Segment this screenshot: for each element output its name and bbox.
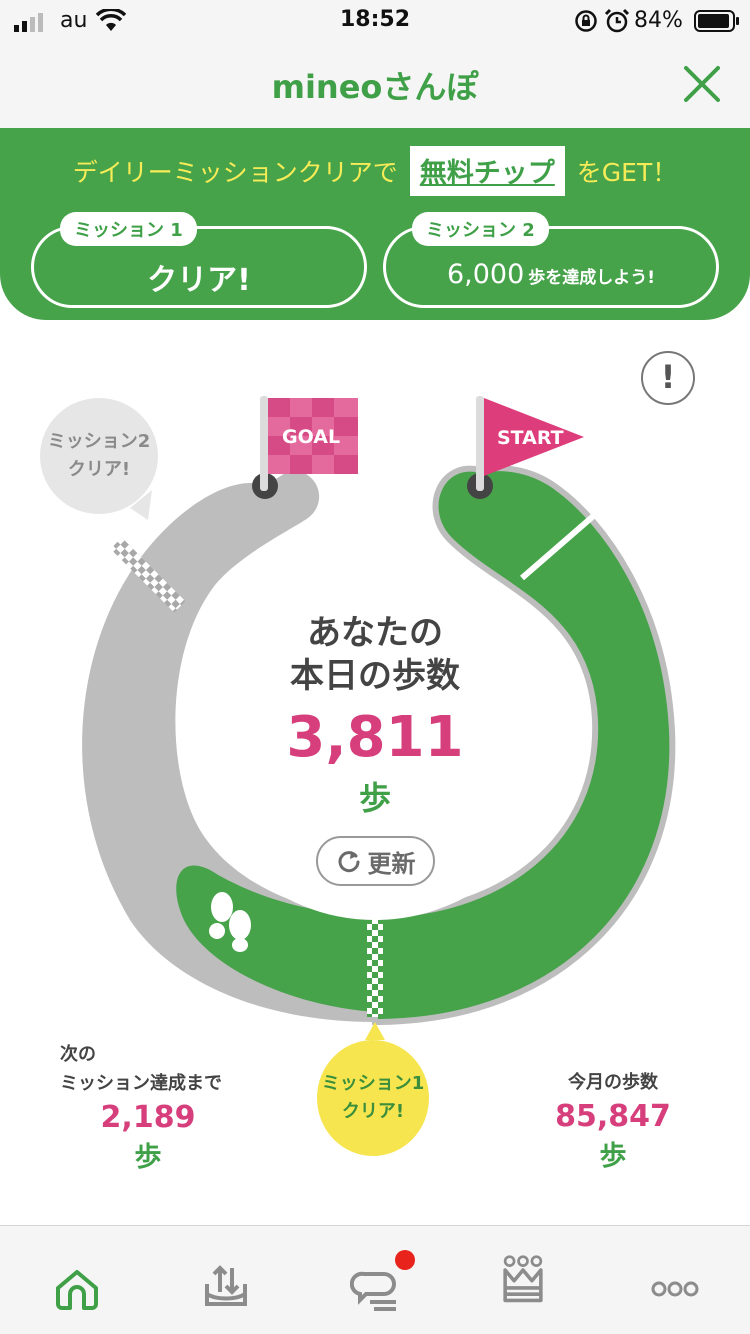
page-title: mineoさんぽ <box>271 68 479 106</box>
monthly-steps-value: 85,847 <box>555 1099 671 1134</box>
next-mission-value: 2,189 <box>100 1100 196 1135</box>
monthly-steps-label: 今月の歩数 <box>568 1072 658 1093</box>
today-steps-label: あなたの 本日の歩数 <box>0 612 750 698</box>
next-mission-unit: 歩 <box>134 1142 162 1173</box>
headline-text: デイリーミッションクリアで <box>72 158 398 187</box>
mission-2-goal-number: 6,000 <box>446 259 525 290</box>
bubble-line: クリア! <box>341 1101 405 1122</box>
mission-1-line <box>367 915 383 1017</box>
bubble-line: クリア! <box>67 459 131 480</box>
tab-bar <box>0 1225 750 1334</box>
bubble-line: ミッション1 <box>321 1073 425 1094</box>
next-mission-stat: 次の ミッション達成まで 2,189 歩 <box>60 1040 240 1178</box>
status-bar: au 18:52 84% <box>0 0 750 44</box>
bubble-line: ミッション2 <box>47 431 151 452</box>
mission-2-tag: ミッション 2 <box>412 212 549 246</box>
refresh-button[interactable]: 更新 <box>316 836 435 886</box>
daily-mission-banner: デイリーミッションクリアで 無料チップ をGET！ ミッション 1 クリア! ミ… <box>0 128 750 320</box>
monthly-steps-stat: 今月の歩数 85,847 歩 <box>548 1068 678 1177</box>
battery-icon <box>694 10 739 32</box>
close-icon[interactable] <box>682 64 722 104</box>
mission-2-card[interactable]: ミッション 2 6,000 歩を達成しよう! <box>383 212 719 308</box>
chat-icon[interactable] <box>350 1264 400 1314</box>
mission-2-bubble: ミッション2 クリア! <box>40 398 158 514</box>
banner-headline: デイリーミッションクリアで 無料チップ をGET！ <box>0 146 750 196</box>
mission-1-status: クリア! <box>147 263 251 298</box>
refresh-label: 更新 <box>367 849 416 878</box>
navbar: mineoさんぽ <box>0 44 750 128</box>
today-label-line: あなたの <box>307 613 443 653</box>
alarm-icon <box>604 8 630 33</box>
today-steps-unit: 歩 <box>358 779 391 817</box>
home-icon[interactable] <box>52 1264 102 1314</box>
headline-suffix: をGET！ <box>576 158 678 187</box>
notification-badge <box>395 1250 415 1270</box>
monthly-steps-unit: 歩 <box>599 1141 627 1172</box>
refresh-icon <box>338 851 359 873</box>
next-mission-label: ミッション達成まで <box>60 1073 222 1094</box>
mission-2-goal: 6,000 歩を達成しよう! <box>386 259 716 290</box>
mission-1-tag: ミッション 1 <box>60 212 197 246</box>
ranking-icon[interactable] <box>498 1254 548 1304</box>
mission-2-goal-text: 歩を達成しよう! <box>528 268 656 288</box>
goal-flag-label: GOAL <box>282 426 341 448</box>
upload-icon[interactable] <box>201 1260 251 1310</box>
mission-1-card[interactable]: ミッション 1 クリア! <box>31 212 367 308</box>
today-steps-value: 3,811 <box>286 705 464 770</box>
start-flag-label: START <box>497 427 564 449</box>
free-tip-link[interactable]: 無料チップ <box>409 146 565 196</box>
more-icon[interactable] <box>650 1264 700 1314</box>
mission-1-bubble: ミッション1 クリア! <box>317 1040 429 1156</box>
next-mission-label: 次の <box>60 1044 96 1065</box>
today-label-line: 本日の歩数 <box>290 656 460 696</box>
battery-percent: 84% <box>634 8 683 33</box>
rotation-lock-icon <box>575 10 597 32</box>
